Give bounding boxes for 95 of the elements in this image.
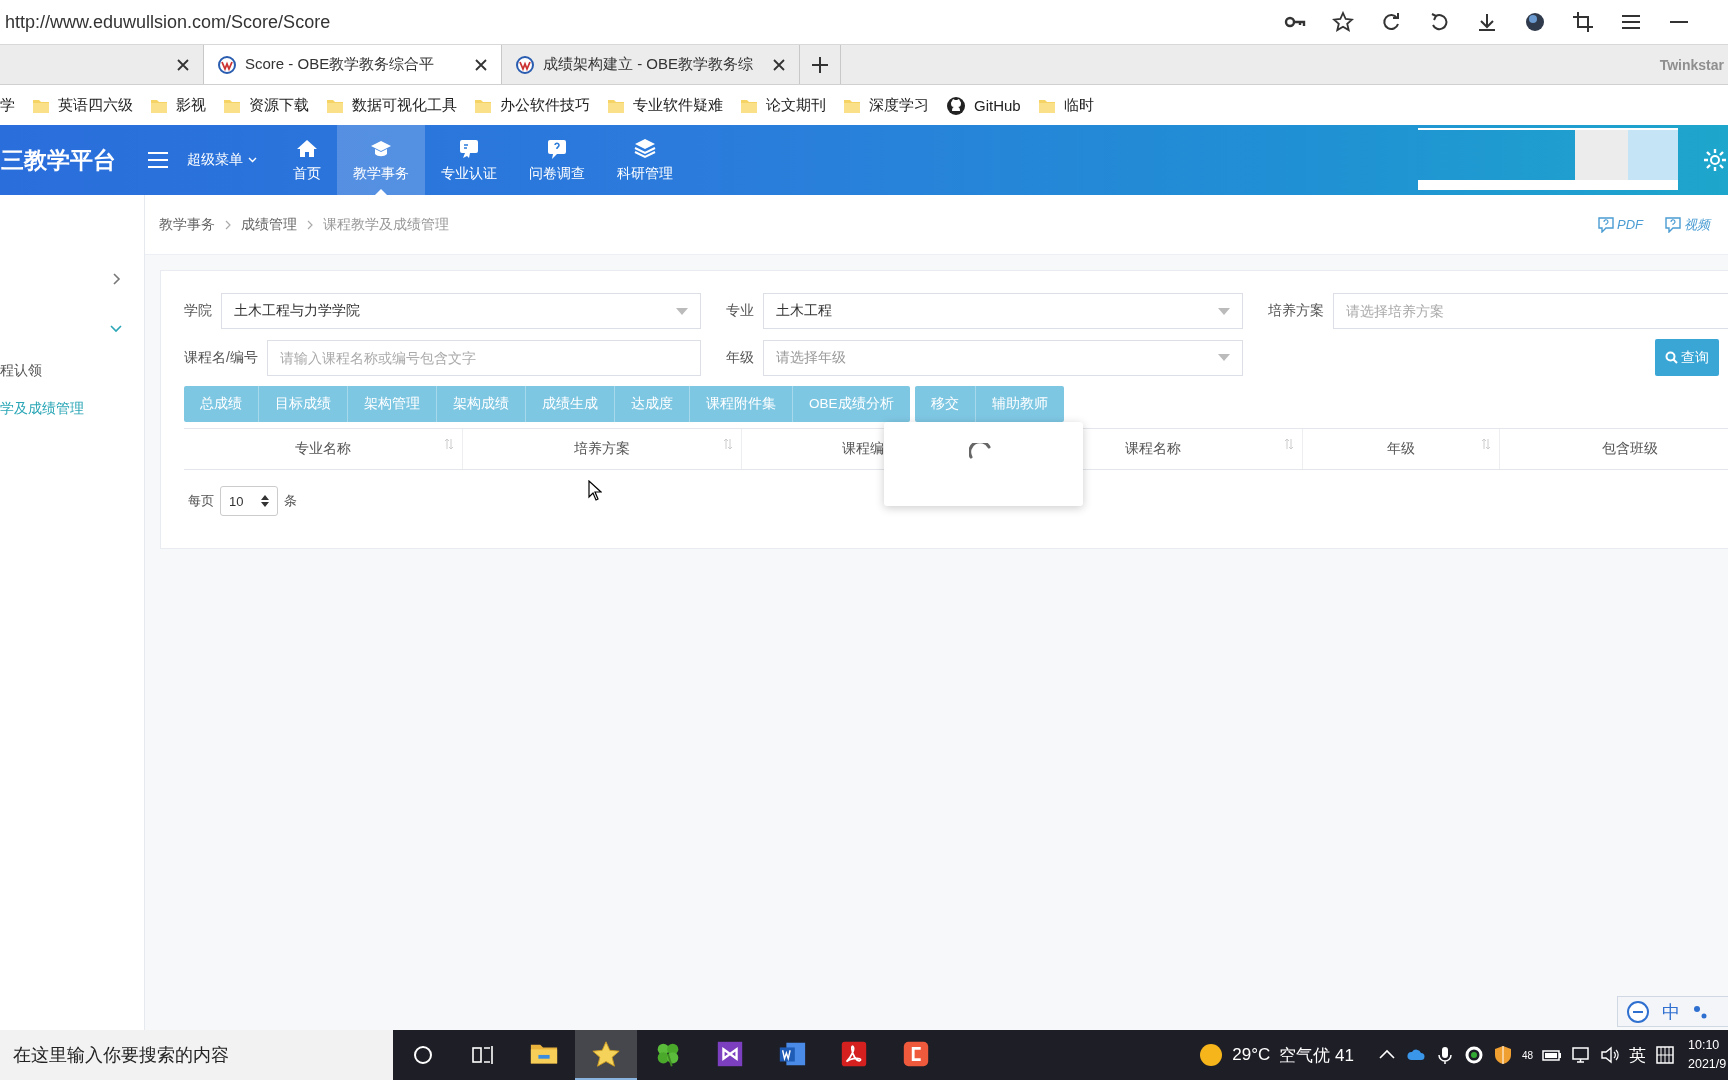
home-icon [296,137,318,160]
nav-tab[interactable]: 教学事务 [337,125,425,195]
air-quality: 空气优 41 [1279,1044,1354,1067]
dropdown-caret-icon [1218,354,1230,361]
crop-icon[interactable] [1572,11,1594,33]
settings-icon[interactable] [1702,147,1728,173]
browser-tab[interactable]: 成绩架构建立 - OBE教学教务综 [502,45,800,84]
bookmark[interactable]: 英语四六级 [58,96,133,115]
clock-time: 10:10 [1688,1037,1720,1054]
sun-icon [1199,1043,1224,1067]
dots-icon[interactable] [1692,1003,1708,1020]
super-menu[interactable]: 超级菜单 [187,151,257,169]
pdf-icon [839,1039,869,1069]
browser-brand: Twinkstar [1659,56,1724,73]
taskbar-app[interactable] [575,1030,637,1080]
help-bubble-icon [1598,216,1614,233]
field-label: 课程名/编号 [184,348,258,367]
volume-icon[interactable] [1600,1045,1620,1065]
address-field[interactable]: http://www.eduwullsion.com/Score/Score [5,11,1284,33]
tray-number: 48 [1521,1049,1533,1061]
reload-icon[interactable] [1380,11,1402,33]
input-language[interactable]: 英 [1629,1043,1646,1067]
bookmark[interactable]: 影视 [176,96,206,115]
text-field[interactable]: 请输入课程名称或编号包含文字 [266,339,701,376]
clock-date: 2021/9 [1688,1056,1727,1073]
help-bubble-icon [1665,216,1681,233]
bookmark[interactable]: 论文期刊 [766,96,826,115]
star-icon [591,1039,621,1069]
survey-icon [546,137,568,160]
cortana-icon[interactable] [413,1045,433,1065]
dropdown-caret-icon [676,307,688,315]
field-label: 年级 [726,348,754,367]
column-header: 包含班级 [1500,429,1728,469]
task-view-icon[interactable] [472,1045,494,1065]
spinner-icon [969,443,991,459]
download-icon[interactable] [1476,11,1498,33]
select-field[interactable]: 土木工程与力学学院 [221,293,701,329]
field-label: 学院 [184,302,212,320]
column-header[interactable]: 培养方案 [463,429,742,469]
new-tab-icon[interactable] [811,55,829,74]
breadcrumb-item: 课程教学及成绩管理 [323,215,449,234]
separator-icon [225,219,231,230]
bookmark[interactable]: 学 [0,96,15,115]
ime-grid-icon[interactable] [1655,1045,1675,1065]
per-page-label: 每页 [188,492,214,510]
up-down-icon [261,495,269,507]
breadcrumb-item[interactable]: 教学事务 [159,215,215,234]
nav-tab[interactable]: 问卷调查 [513,125,601,195]
taskbar-search-field[interactable]: 在这里输入你要搜索的内容 [0,1030,393,1080]
bookmark[interactable]: GitHub [974,97,1021,114]
globe-icon[interactable] [1524,11,1546,33]
select-field[interactable]: 土木工程 [763,293,1243,329]
close-icon[interactable] [475,58,487,71]
bookmark[interactable]: 数据可视化工具 [352,96,457,115]
bookmark-star-icon[interactable] [1332,11,1354,33]
layers-icon [634,137,656,160]
bookmark[interactable]: 资源下载 [249,96,309,115]
ring-icon[interactable] [1463,1045,1484,1065]
column-header[interactable]: 专业名称 [184,429,463,469]
separator-icon [307,219,313,230]
bookmark[interactable]: 深度学习 [869,96,929,115]
page-size-select[interactable]: 10 [220,486,278,516]
bookmark[interactable]: 临时 [1063,96,1094,115]
search-icon [1665,351,1678,364]
site-logo-icon [218,55,236,74]
text-field[interactable]: 请选择培养方案 [1333,293,1728,329]
bookmark[interactable]: 专业软件疑难 [633,96,723,115]
studio-icon [715,1039,745,1069]
browser-tab[interactable]: Score - OBE教学教务综合平 [204,45,502,84]
help-link[interactable]: 视频 [1665,215,1710,234]
nav-tab[interactable]: 首页 [277,125,337,195]
nav-tab[interactable]: 科研管理 [601,125,689,195]
caret-icon [248,157,257,163]
column-header[interactable]: 年级 [1303,429,1500,469]
network-icon[interactable] [1571,1045,1591,1065]
per-page-unit: 条 [284,492,297,510]
badge-icon [458,137,480,160]
chevron-right-icon[interactable] [110,272,122,285]
close-icon[interactable] [177,58,189,71]
field-label: 专业 [726,302,754,320]
breadcrumb-item[interactable]: 成绩管理 [241,215,297,234]
bookmark[interactable]: 办公软件技巧 [500,96,590,115]
nav-tab[interactable]: 专业认证 [425,125,513,195]
temperature: 29°C [1232,1045,1271,1065]
field-label: 培养方案 [1268,302,1324,320]
platform-logo: 三教学平台 [1,145,116,175]
octocat-icon [946,95,966,116]
dropdown-caret-icon [1218,307,1230,315]
site-logo-icon [516,55,534,74]
close-icon[interactable] [773,58,785,71]
shield-icon[interactable] [1492,1045,1513,1065]
mouse-cursor-icon [588,480,602,501]
sidebar-item[interactable]: 程认领 [0,352,144,390]
c-app-icon [901,1039,931,1069]
ime-language[interactable]: 中 [1662,999,1680,1024]
